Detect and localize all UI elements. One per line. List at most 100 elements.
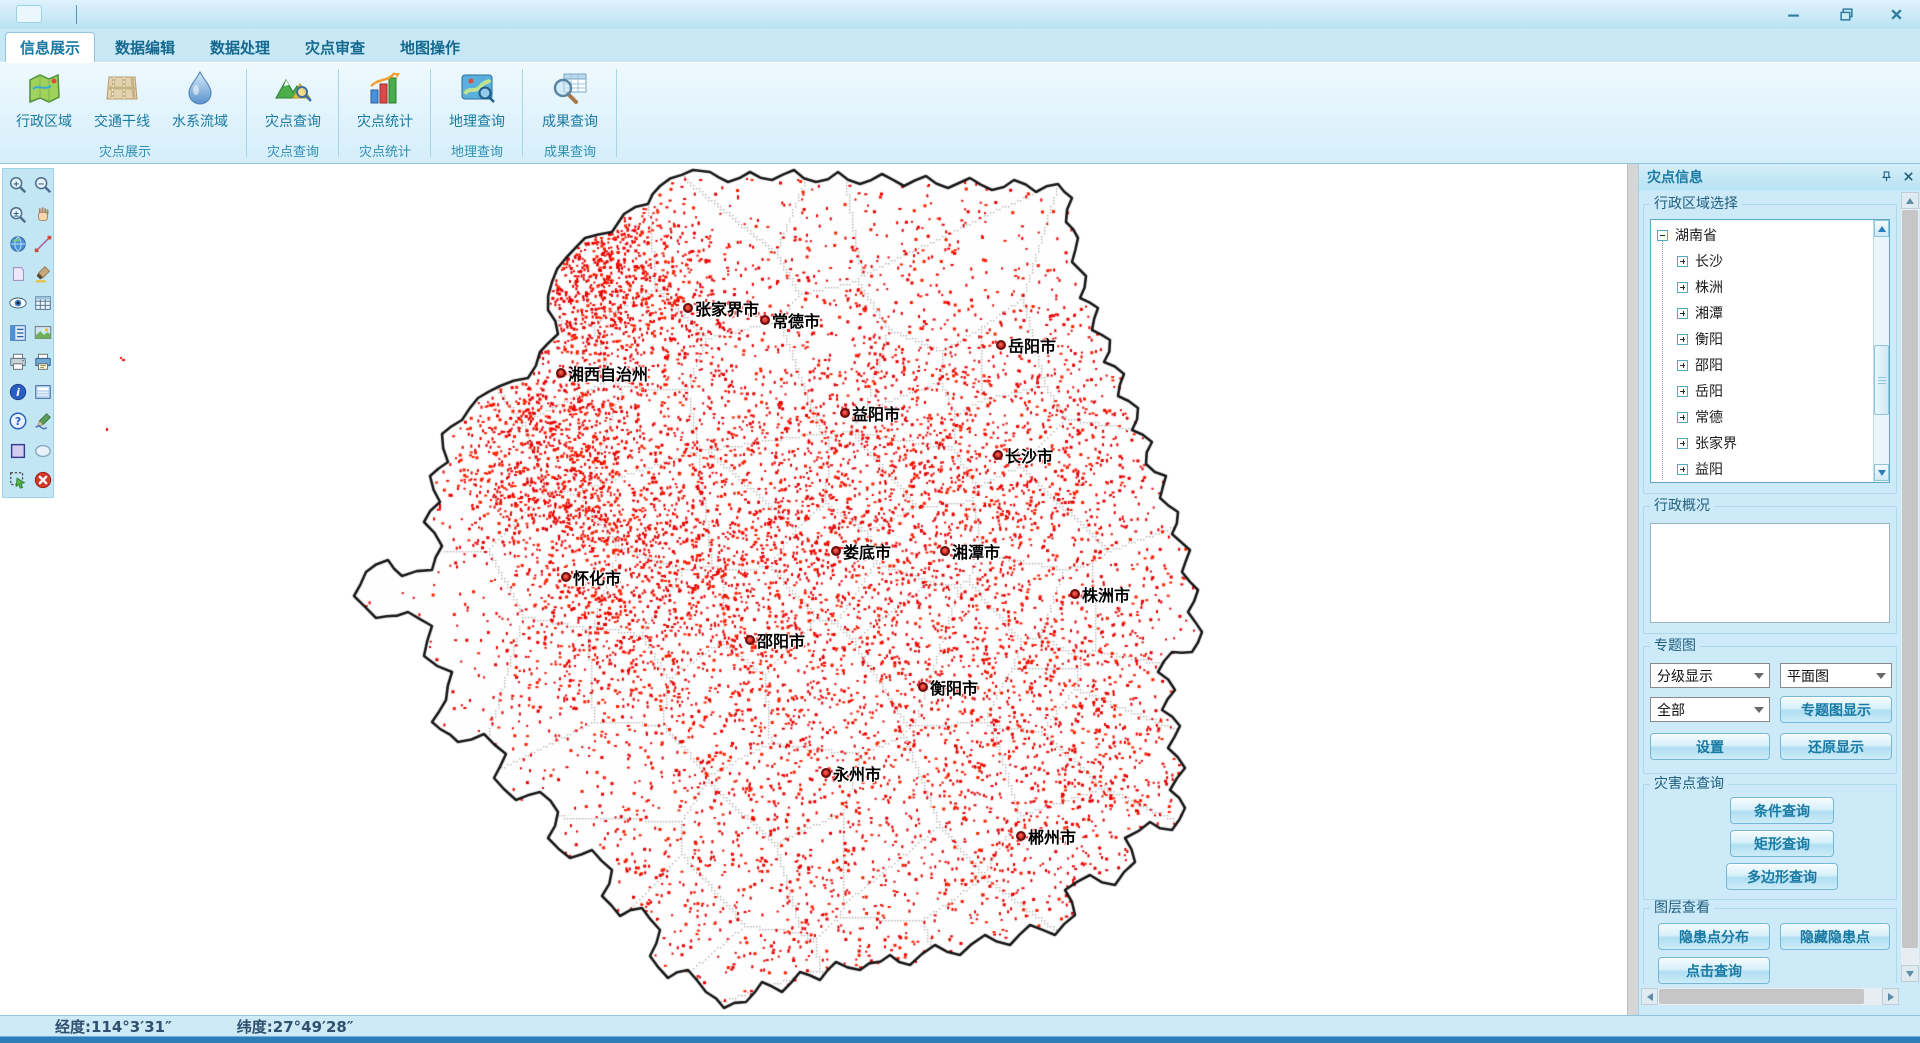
tab-data-process[interactable]: 数据处理 xyxy=(195,32,285,62)
tab-map-operation[interactable]: 地图操作 xyxy=(385,32,475,62)
tree-scrollbar[interactable] xyxy=(1873,220,1889,482)
tree-node-city[interactable]: 张家界 xyxy=(1651,430,1873,456)
printer-icon[interactable] xyxy=(7,351,29,373)
image-export-icon[interactable] xyxy=(32,322,54,344)
rectangle-query-button[interactable]: 矩形查询 xyxy=(1730,830,1834,857)
clear-shape-icon[interactable] xyxy=(7,263,29,285)
expand-icon[interactable] xyxy=(1677,438,1688,449)
tab-disaster-review[interactable]: 灾点审查 xyxy=(290,32,380,62)
zoom-in-icon[interactable]: + xyxy=(7,174,29,196)
zoom-out-icon[interactable]: − xyxy=(32,174,54,196)
settings-button[interactable]: 设置 xyxy=(1650,733,1770,760)
chevron-down-icon xyxy=(1754,673,1764,679)
expand-icon[interactable] xyxy=(1677,386,1688,397)
tree-node-city[interactable]: 湘潭 xyxy=(1651,300,1873,326)
info-icon[interactable]: i xyxy=(7,381,29,403)
close-button[interactable] xyxy=(1876,0,1916,28)
water-system-button[interactable]: 水系流域 xyxy=(164,68,236,138)
window-bottom-edge xyxy=(0,1036,1920,1043)
print-color-icon[interactable] xyxy=(32,351,54,373)
brush-icon[interactable] xyxy=(32,263,54,285)
measure-line-icon[interactable] xyxy=(32,233,54,255)
polygon-query-button[interactable]: 多边形查询 xyxy=(1726,863,1838,890)
panel-splitter[interactable] xyxy=(1627,164,1638,1015)
ribbon-group-geo-query: 地理查询 地理查询 xyxy=(434,63,520,163)
reset-display-button[interactable]: 还原显示 xyxy=(1780,733,1892,760)
tree-node-city[interactable]: 常德 xyxy=(1651,404,1873,430)
pin-icon xyxy=(1881,171,1892,182)
tree-node-city[interactable]: 益阳 xyxy=(1651,456,1873,482)
pan-hand-icon[interactable] xyxy=(32,204,54,226)
zoom-extent-icon[interactable]: ± xyxy=(7,204,29,226)
panel-header: 灾点信息 xyxy=(1639,164,1920,190)
tree-scroll-up-button[interactable] xyxy=(1874,220,1889,237)
overview-textbox[interactable] xyxy=(1650,523,1890,623)
expand-icon[interactable] xyxy=(1677,464,1688,475)
expand-icon[interactable] xyxy=(1677,282,1688,293)
disaster-query-button[interactable]: 灾点查询 xyxy=(257,68,329,138)
panel-scroll-right-button[interactable] xyxy=(1882,988,1899,1005)
window-panel-icon[interactable] xyxy=(32,381,54,403)
condition-query-button[interactable]: 条件查询 xyxy=(1730,797,1834,824)
hazard-distribution-button[interactable]: 隐患点分布 xyxy=(1658,923,1770,950)
quick-access-box xyxy=(16,5,42,23)
select-marquee-icon[interactable] xyxy=(7,469,29,491)
tree-scroll-thumb[interactable] xyxy=(1874,345,1889,415)
arrow-down-icon xyxy=(1906,971,1914,977)
grid-table-icon[interactable] xyxy=(32,292,54,314)
panel-vertical-scrollbar[interactable] xyxy=(1901,192,1919,982)
map-area[interactable]: 张家界市常德市岳阳市湘西自治州益阳市长沙市娄底市湘潭市株洲市怀化市邵阳市衡阳市永… xyxy=(0,164,1627,1015)
disaster-stats-button[interactable]: 灾点统计 xyxy=(349,68,421,138)
help-icon[interactable]: ? xyxy=(7,410,29,432)
tree-node-label: 衡阳 xyxy=(1695,329,1723,349)
expand-icon[interactable] xyxy=(1677,308,1688,319)
thumb-grip xyxy=(1878,383,1886,384)
panel-scroll-down-button[interactable] xyxy=(1901,965,1919,982)
groupbox-region-select: 行政区域选择 湖南省长沙株洲湘潭衡阳邵阳岳阳常德张家界益阳郴州 xyxy=(1643,204,1897,494)
tree-scroll-down-button[interactable] xyxy=(1874,464,1889,481)
tab-data-edit[interactable]: 数据编辑 xyxy=(100,32,190,62)
panel-vscroll-thumb[interactable] xyxy=(1902,210,1918,948)
minimize-button[interactable] xyxy=(1773,0,1813,28)
map-type-dropdown[interactable]: 平面图 xyxy=(1780,663,1892,688)
rectangle-icon[interactable] xyxy=(7,440,29,462)
panel-hscroll-thumb[interactable] xyxy=(1659,989,1864,1004)
close-x-icon[interactable] xyxy=(32,469,54,491)
display-mode-dropdown[interactable]: 分级显示 xyxy=(1650,663,1770,688)
tree-node-city[interactable]: 邵阳 xyxy=(1651,352,1873,378)
ellipse-icon[interactable] xyxy=(32,440,54,462)
expand-icon[interactable] xyxy=(1677,334,1688,345)
region-tree[interactable]: 湖南省长沙株洲湘潭衡阳邵阳岳阳常德张家界益阳郴州 xyxy=(1650,219,1890,483)
tree-node-city[interactable]: 岳阳 xyxy=(1651,378,1873,404)
panel-close-button[interactable] xyxy=(1899,168,1917,186)
tree-node-city[interactable]: 长沙 xyxy=(1651,248,1873,274)
expand-icon[interactable] xyxy=(1677,256,1688,267)
tab-info-display[interactable]: 信息展示 xyxy=(5,32,95,62)
globe-icon[interactable] xyxy=(7,233,29,255)
tree-node-city[interactable]: 株洲 xyxy=(1651,274,1873,300)
scope-dropdown[interactable]: 全部 xyxy=(1650,697,1770,722)
sketch-line-icon[interactable] xyxy=(32,410,54,432)
thematic-show-button[interactable]: 专题图显示 xyxy=(1780,696,1892,723)
ribbon-group-disaster-stats: 灾点统计 灾点统计 xyxy=(342,63,428,163)
expand-icon[interactable] xyxy=(1677,412,1688,423)
city-name: 株洲市 xyxy=(1082,582,1130,606)
expand-icon[interactable] xyxy=(1677,360,1688,371)
layer-list-icon[interactable] xyxy=(7,322,29,344)
admin-region-button[interactable]: 行政区域 xyxy=(8,68,80,138)
collapse-icon[interactable] xyxy=(1657,230,1668,241)
hide-hazard-button[interactable]: 隐藏隐患点 xyxy=(1780,923,1890,950)
eye-icon[interactable] xyxy=(7,292,29,314)
panel-horizontal-scrollbar[interactable] xyxy=(1641,988,1899,1005)
geo-query-button[interactable]: 地理查询 xyxy=(441,68,513,138)
traffic-lines-button[interactable]: 交通干线 xyxy=(86,68,158,138)
restore-button[interactable] xyxy=(1826,0,1866,28)
click-query-button[interactable]: 点击查询 xyxy=(1658,957,1770,984)
tree-node-province[interactable]: 湖南省 xyxy=(1651,222,1873,248)
pin-button[interactable] xyxy=(1877,168,1895,186)
panel-scroll-left-button[interactable] xyxy=(1641,988,1658,1005)
map-canvas[interactable] xyxy=(0,164,1627,1015)
tree-node-city[interactable]: 衡阳 xyxy=(1651,326,1873,352)
panel-scroll-up-button[interactable] xyxy=(1901,192,1919,209)
result-query-button[interactable]: 成果查询 xyxy=(534,68,606,138)
